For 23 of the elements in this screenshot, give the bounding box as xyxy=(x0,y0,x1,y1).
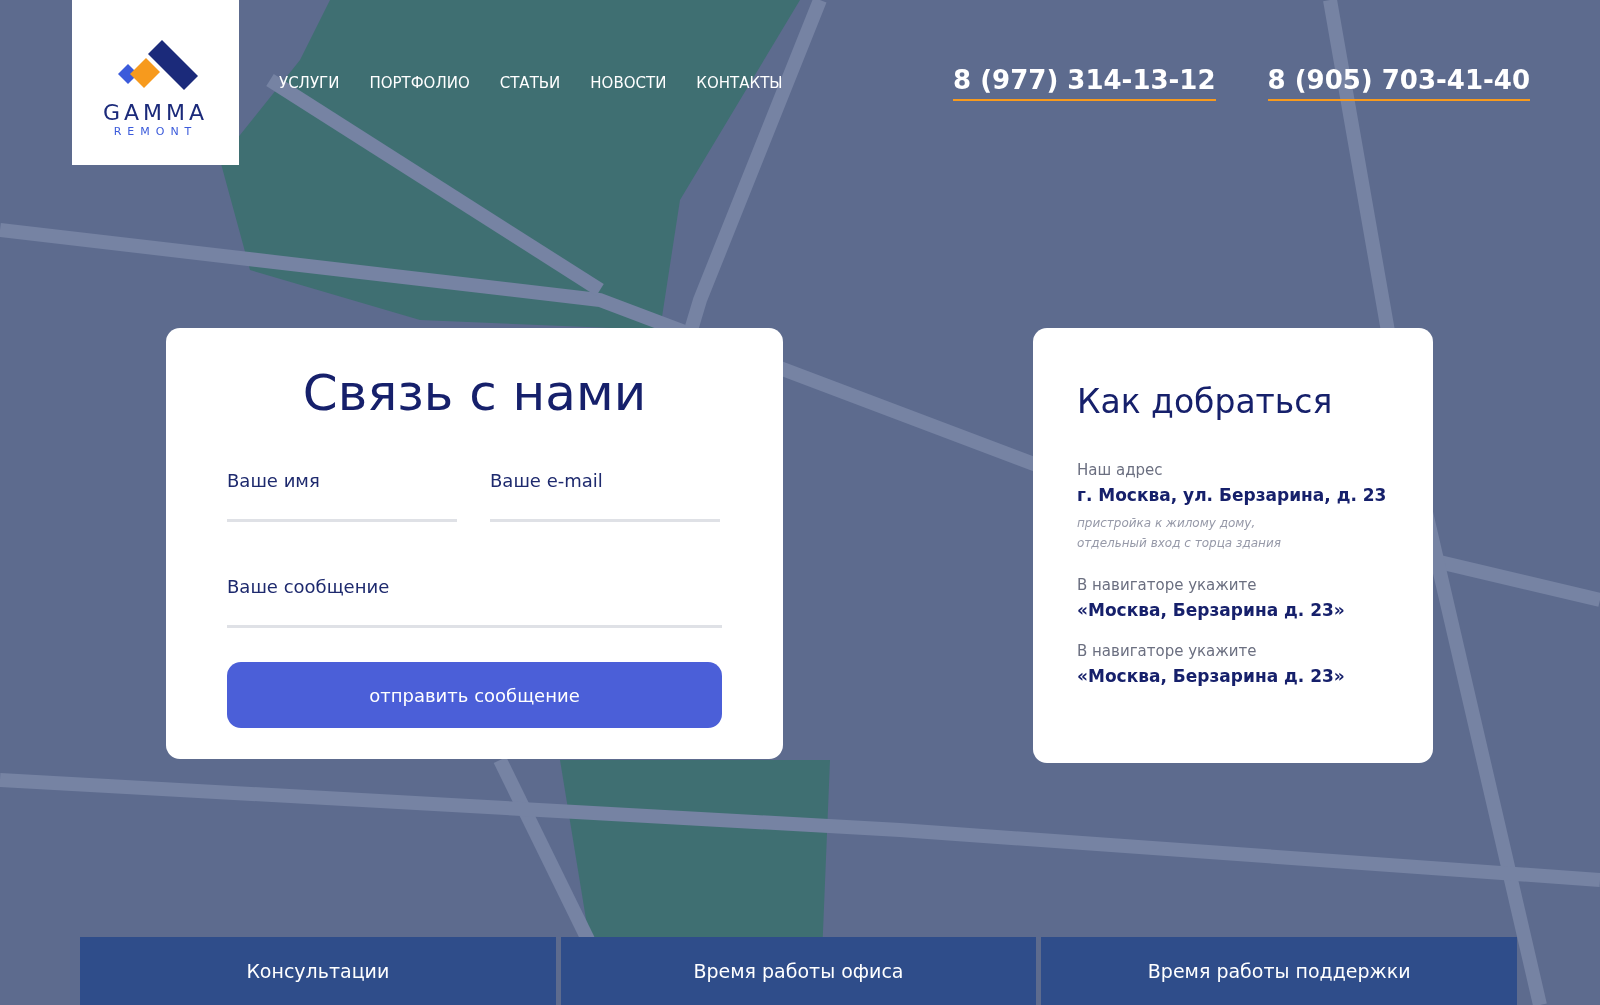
address-note: пристройка к жилому дому, отдельный вход с торца здания xyxy=(1077,515,1282,553)
nav-link[interactable]: СТАТЬИ xyxy=(499,73,561,92)
directions-title: Как добраться xyxy=(1077,382,1334,421)
address-label: В навигаторе укажите xyxy=(1077,575,1258,594)
address-value: «Москва, Берзарина д. 23» xyxy=(1077,665,1346,686)
info-tab[interactable]: Время работы поддержки xyxy=(1041,937,1517,1005)
info-tab[interactable]: Консультации xyxy=(80,937,556,1005)
submit-button[interactable]: отправить сообщение xyxy=(227,662,722,728)
address-label: В навигаторе укажите xyxy=(1077,641,1258,660)
address-value: «Москва, Берзарина д. 23» xyxy=(1077,599,1346,620)
logo[interactable]: GAMMA REMONT xyxy=(72,0,239,165)
form-title: Связь с нами xyxy=(302,364,647,422)
nav-link[interactable]: УСЛУГИ xyxy=(279,73,340,92)
phone-link[interactable]: 8 (905) 703-41-40 xyxy=(1267,64,1530,101)
nav-link[interactable]: КОНТАКТЫ xyxy=(696,73,783,92)
address-value: г. Москва, ул. Берзарина, д. 23 xyxy=(1077,485,1388,505)
logo-name: GAMMA xyxy=(102,99,209,125)
phone-link[interactable]: 8 (977) 314-13-12 xyxy=(953,64,1216,101)
nav-link[interactable]: ПОРТФОЛИО xyxy=(369,73,470,92)
address-label: Наш адрес xyxy=(1077,461,1164,479)
nav-link[interactable]: НОВОСТИ xyxy=(590,73,667,92)
info-tab[interactable]: Время работы офиса xyxy=(560,937,1037,1005)
logo-subtitle: REMONT xyxy=(113,124,198,138)
